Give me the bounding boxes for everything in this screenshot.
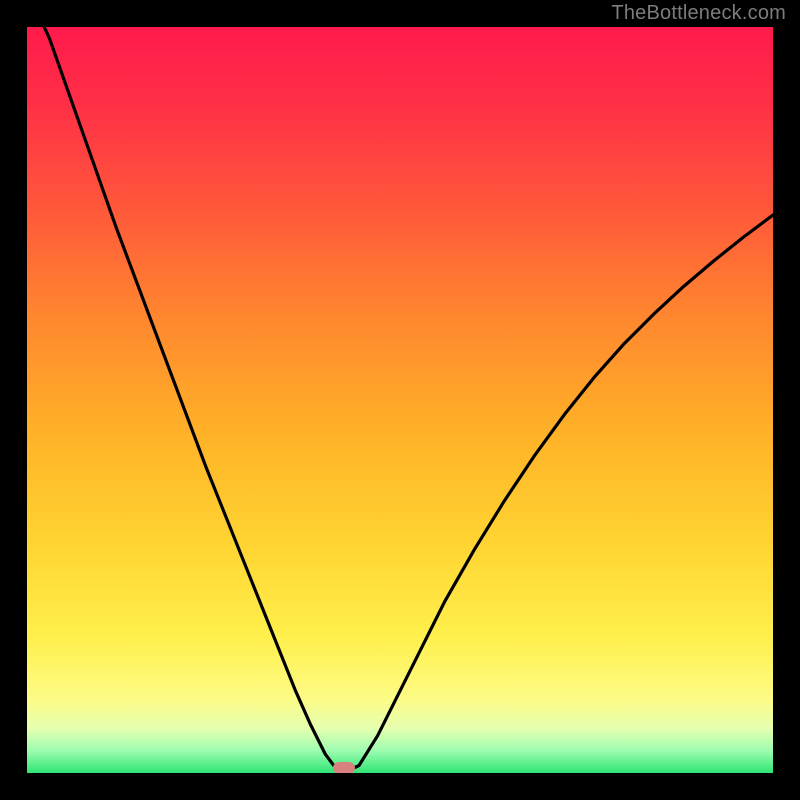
- watermark-text: TheBottleneck.com: [611, 2, 786, 25]
- minimum-marker: [333, 762, 355, 773]
- bottleneck-curve: [27, 27, 773, 773]
- plot-area: [27, 27, 773, 773]
- chart-frame: TheBottleneck.com: [0, 0, 800, 800]
